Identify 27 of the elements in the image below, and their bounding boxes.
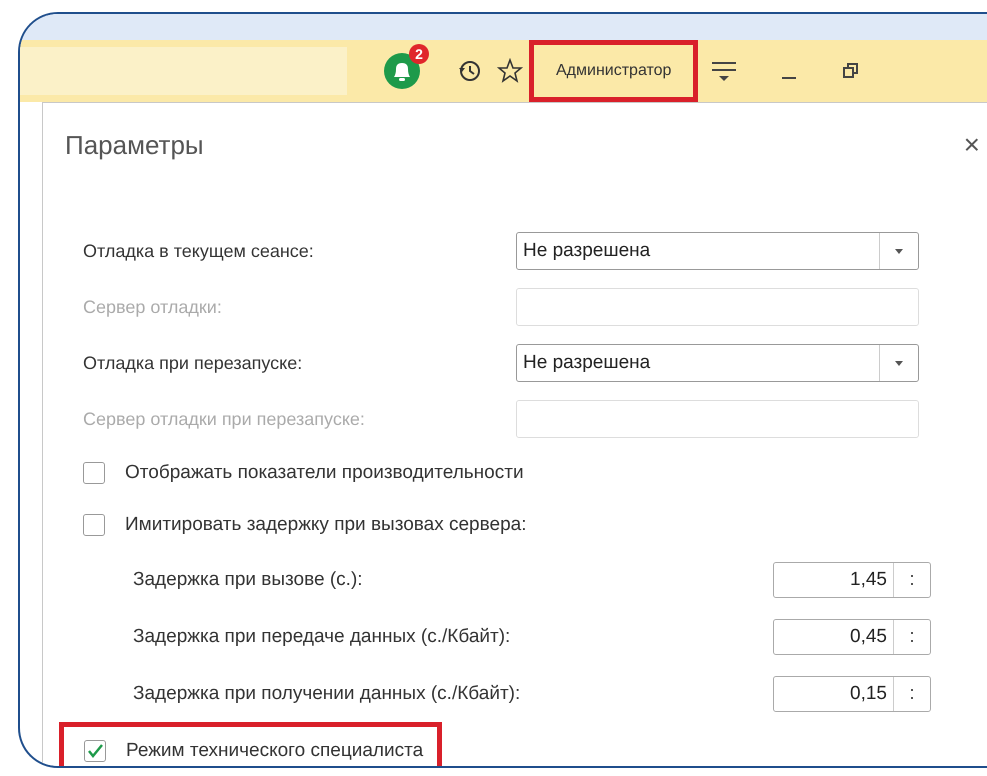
checkbox-label: Имитировать задержку при вызовах сервера:	[125, 514, 526, 536]
checkbox[interactable]	[83, 462, 105, 484]
star-icon[interactable]	[497, 58, 523, 84]
dropdown-field[interactable]: Не разрешена	[516, 344, 919, 382]
caret-icon	[895, 360, 903, 366]
checkbox-label: Отображать показатели производительности	[125, 462, 524, 484]
checkbox[interactable]	[83, 514, 105, 536]
user-button[interactable]: Администратор	[529, 40, 698, 102]
number-field[interactable]: 0,15	[773, 676, 931, 712]
checkbox[interactable]	[84, 740, 106, 762]
field-label: Сервер отладки:	[83, 296, 223, 318]
restore-icon[interactable]	[842, 62, 860, 80]
field-label: Отладка в текущем сеансе:	[83, 240, 315, 262]
dialog-title: Параметры	[65, 130, 204, 160]
field-label: Отладка при перезапуске:	[83, 352, 304, 374]
close-button[interactable]: ×	[960, 129, 984, 161]
caret-icon	[895, 248, 903, 254]
field-label: Задержка при вызове (с.):	[133, 568, 364, 590]
dropdown-field[interactable]: Не разрешена	[516, 232, 919, 270]
field-label: Сервер отладки при перезапуске:	[83, 408, 366, 430]
notification-badge: 2	[409, 44, 429, 64]
number-field[interactable]: 0,45	[773, 618, 931, 654]
checkbox-label: Режим технического специалиста	[126, 740, 424, 762]
field-label: Задержка при получении данных (с./Кбайт):	[133, 682, 522, 704]
field-label: Задержка при передаче данных (с./Кбайт):	[133, 626, 512, 648]
history-icon[interactable]	[457, 58, 483, 84]
number-field[interactable]: 1,45	[773, 562, 931, 598]
